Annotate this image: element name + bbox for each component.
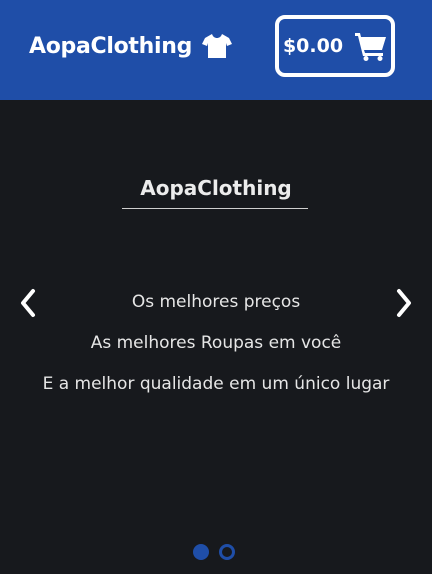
- carousel-indicators: [193, 544, 235, 560]
- cart-button[interactable]: $0.00: [275, 15, 395, 77]
- carousel-next-button[interactable]: [392, 287, 416, 319]
- brand-name: AopaClothing: [29, 33, 193, 59]
- carousel-dot-2[interactable]: [219, 544, 235, 560]
- brand-logo[interactable]: AopaClothing: [29, 33, 233, 59]
- hero-line: As melhores Roupas em você: [90, 333, 342, 353]
- title-underline: [122, 208, 308, 209]
- hero-line: Os melhores preços: [131, 292, 301, 312]
- hero-title: AopaClothing: [140, 176, 292, 200]
- tshirt-icon: [202, 33, 233, 59]
- chevron-right-icon: [397, 289, 411, 317]
- hero-text: Os melhores preços As melhores Roupas em…: [0, 290, 432, 413]
- carousel-dot-1[interactable]: [193, 544, 209, 560]
- shopping-cart-icon: [355, 31, 387, 61]
- top-navbar: AopaClothing $0.00: [0, 0, 432, 100]
- hero-line: E a melhor qualidade em um único lugar: [42, 374, 390, 394]
- cart-total: $0.00: [282, 35, 344, 57]
